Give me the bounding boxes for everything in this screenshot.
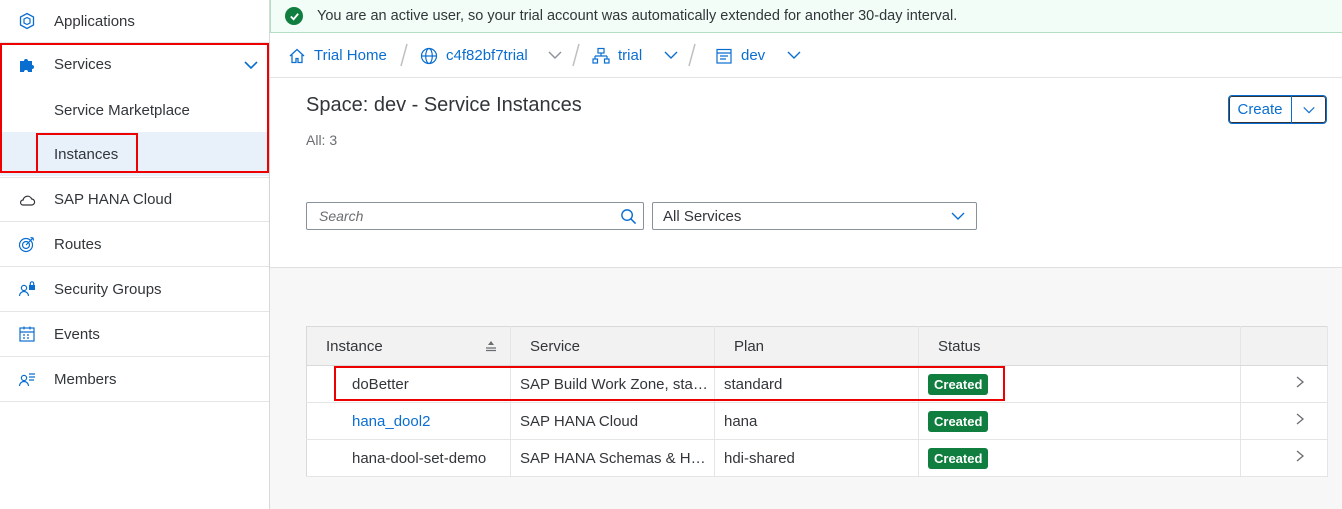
chevron-down-icon[interactable] <box>786 47 802 63</box>
instance-name: hana-dool-set-demo <box>306 439 511 477</box>
service-name: SAP HANA Cloud <box>510 402 715 440</box>
sidebar-item-label: Service Marketplace <box>54 101 190 119</box>
column-header-status[interactable]: Status <box>918 326 1241 366</box>
table-row[interactable]: hana_dool2 SAP HANA Cloud hana Created <box>306 402 1328 440</box>
breadcrumb-space[interactable]: dev <box>715 33 765 78</box>
breadcrumb-label: trial <box>618 47 643 64</box>
breadcrumb-separator <box>688 43 696 67</box>
instance-name: doBetter <box>306 365 511 403</box>
org-icon <box>592 47 610 64</box>
chevron-down-icon <box>1303 106 1315 113</box>
sidebar-item-label: Events <box>54 325 100 343</box>
breadcrumb-separator <box>572 43 580 67</box>
breadcrumb-org[interactable]: trial <box>592 33 642 78</box>
status-badge: Created <box>928 447 989 469</box>
table-row[interactable]: doBetter SAP Build Work Zone, standard e… <box>306 365 1328 403</box>
sort-ascending-icon <box>486 341 496 352</box>
create-button-group: Create <box>1228 95 1327 124</box>
sidebar-item-services[interactable]: Services <box>0 43 269 86</box>
status-cell: Created <box>918 402 1241 440</box>
cube-icon <box>0 12 54 30</box>
status-badge: Created <box>928 410 989 432</box>
sidebar-item-instances[interactable]: Instances <box>0 132 269 176</box>
status-cell: Created <box>918 439 1241 477</box>
status-cell: Created <box>918 365 1241 403</box>
sidebar-item-label: Members <box>54 370 117 388</box>
space-icon <box>716 48 732 64</box>
column-header-actions <box>1240 326 1328 366</box>
breadcrumb-subaccount[interactable]: c4f82bf7trial <box>420 33 528 78</box>
instance-count: All: 3 <box>306 132 338 148</box>
banner-text: You are an active user, so your trial ac… <box>317 8 958 24</box>
sidebar-item-label: Security Groups <box>54 280 162 298</box>
breadcrumb-trial-home[interactable]: Trial Home <box>288 33 387 78</box>
service-name: SAP HANA Schemas & HDI Containers <box>510 439 715 477</box>
target-icon <box>0 235 54 253</box>
create-button[interactable]: Create <box>1229 96 1292 123</box>
calendar-icon <box>0 325 54 343</box>
search-field <box>306 202 644 230</box>
row-navigation[interactable] <box>1240 402 1328 440</box>
breadcrumb-label: dev <box>741 47 766 64</box>
users-lock-icon <box>0 280 54 298</box>
sidebar-item-label: Services <box>54 56 112 73</box>
home-icon <box>289 48 305 63</box>
sidebar-item-members[interactable]: Members <box>0 357 269 402</box>
sidebar-item-service-marketplace[interactable]: Service Marketplace <box>0 88 269 132</box>
sidebar-item-events[interactable]: Events <box>0 312 269 357</box>
chevron-down-icon[interactable] <box>547 47 563 63</box>
search-input[interactable] <box>319 208 613 224</box>
chevron-right-icon <box>1296 413 1305 425</box>
row-navigation[interactable] <box>1240 365 1328 403</box>
page-header: Space: dev - Service Instances All: 3 Cr… <box>270 78 1342 268</box>
breadcrumb: Trial Home c4f82bf7trial trial dev <box>270 33 1342 78</box>
globe-icon <box>420 47 438 64</box>
sidebar: Applications Services Service Marketplac… <box>0 0 270 509</box>
success-check-icon <box>285 7 303 25</box>
column-header-instance[interactable]: Instance <box>306 326 511 366</box>
service-filter-select[interactable]: All Services <box>652 202 977 230</box>
instances-table: Instance Service Plan Status doBetter SA… <box>306 326 1328 477</box>
plan-name: hdi-shared <box>714 439 919 477</box>
cloud-icon <box>0 191 54 209</box>
breadcrumb-separator <box>400 43 408 67</box>
sidebar-item-applications[interactable]: Applications <box>0 0 269 43</box>
plan-name: standard <box>714 365 919 403</box>
chevron-down-icon[interactable] <box>243 57 259 73</box>
sidebar-item-label: SAP HANA Cloud <box>54 191 173 208</box>
breadcrumb-label: c4f82bf7trial <box>446 47 528 64</box>
sidebar-item-label: Routes <box>54 235 102 253</box>
sidebar-item-security-groups[interactable]: Security Groups <box>0 267 269 312</box>
plan-name: hana <box>714 402 919 440</box>
content-area: Instance Service Plan Status doBetter SA… <box>270 268 1342 509</box>
page-title: Space: dev - Service Instances <box>306 94 582 116</box>
search-icon[interactable] <box>613 208 643 225</box>
instance-name-link[interactable]: hana_dool2 <box>306 402 511 440</box>
table-row[interactable]: hana-dool-set-demo SAP HANA Schemas & HD… <box>306 439 1328 477</box>
sidebar-item-sap-hana-cloud[interactable]: SAP HANA Cloud <box>0 177 269 222</box>
breadcrumb-label: Trial Home <box>314 47 387 64</box>
sidebar-item-routes[interactable]: Routes <box>0 222 269 267</box>
status-badge: Created <box>928 373 989 395</box>
sidebar-item-label: Instances <box>54 145 119 163</box>
sidebar-item-label: Applications <box>54 12 135 30</box>
trial-extension-banner: You are an active user, so your trial ac… <box>270 0 1342 33</box>
column-header-plan[interactable]: Plan <box>714 326 919 366</box>
chevron-down-icon[interactable] <box>663 47 679 63</box>
create-menu-button[interactable] <box>1292 96 1326 123</box>
table-header-row: Instance Service Plan Status <box>306 326 1328 366</box>
service-filter-value: All Services <box>663 207 742 225</box>
chevron-down-icon <box>940 208 976 224</box>
column-header-service[interactable]: Service <box>510 326 715 366</box>
member-icon <box>0 370 54 388</box>
chevron-right-icon <box>1296 450 1305 462</box>
service-name: SAP Build Work Zone, standard edition <box>510 365 715 403</box>
chevron-right-icon <box>1296 376 1305 388</box>
puzzle-icon <box>0 56 54 74</box>
row-navigation[interactable] <box>1240 439 1328 477</box>
